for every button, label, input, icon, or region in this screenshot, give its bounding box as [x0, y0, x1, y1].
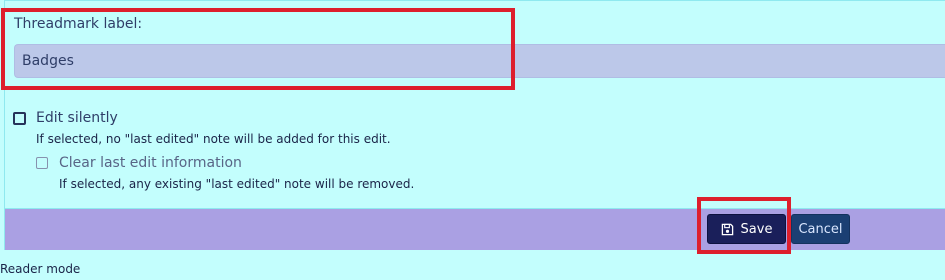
- floppy-disk-icon: [721, 223, 734, 236]
- edit-silently-option[interactable]: Edit silently: [13, 110, 118, 126]
- save-button-label: Save: [740, 221, 773, 237]
- threadmark-label-title: Threadmark label:: [14, 16, 143, 32]
- clear-last-edit-option[interactable]: Clear last edit information: [36, 155, 242, 171]
- clear-last-edit-hint: If selected, any existing "last edited" …: [59, 177, 415, 191]
- edit-threadmark-page: Threadmark label: Edit silently If selec…: [0, 0, 945, 280]
- clear-last-edit-label[interactable]: Clear last edit information: [59, 155, 242, 171]
- reader-mode-link[interactable]: Reader mode: [0, 262, 80, 276]
- threadmark-label-input[interactable]: [14, 44, 945, 78]
- edit-silently-checkbox[interactable]: [13, 111, 26, 125]
- edit-silently-label[interactable]: Edit silently: [36, 110, 118, 126]
- cancel-button[interactable]: Cancel: [791, 214, 850, 244]
- cancel-button-label: Cancel: [798, 221, 843, 237]
- save-button[interactable]: Save: [707, 214, 786, 244]
- clear-last-edit-checkbox[interactable]: [36, 157, 48, 169]
- edit-silently-hint: If selected, no "last edited" note will …: [36, 132, 391, 146]
